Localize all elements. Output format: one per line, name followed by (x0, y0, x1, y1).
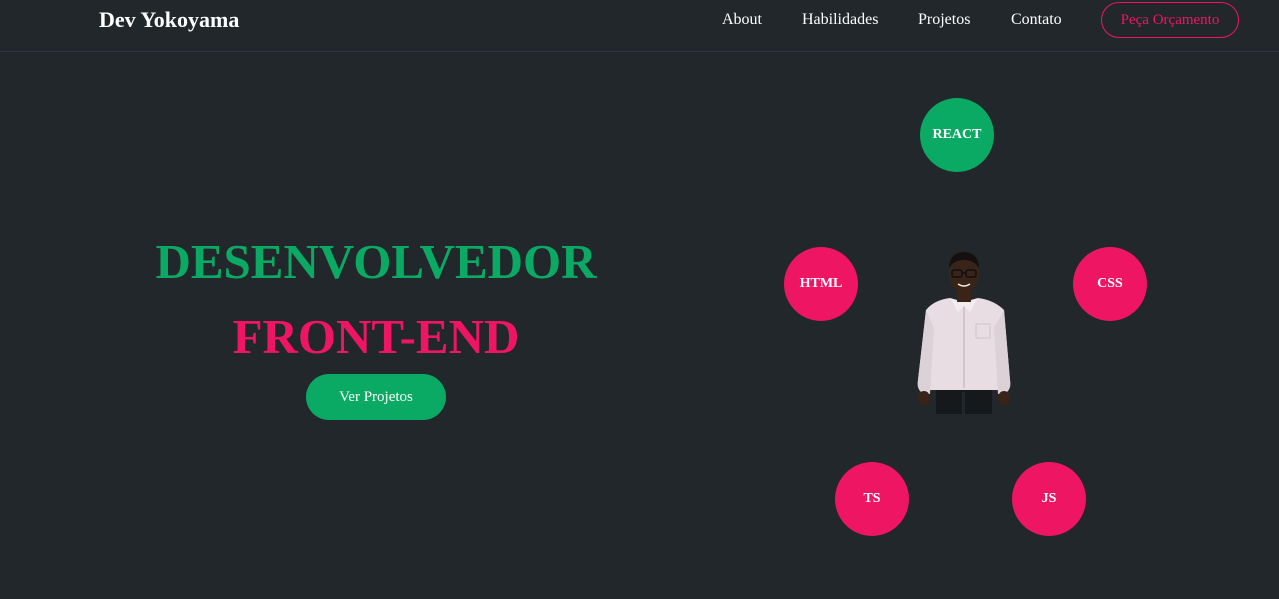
view-projects-button[interactable]: Ver Projetos (306, 374, 446, 420)
navbar: Dev Yokoyama About Habilidades Projetos … (0, 0, 1279, 52)
skill-badge-ts: TS (835, 462, 909, 536)
nav-link-about[interactable]: About (722, 11, 762, 29)
request-quote-button[interactable]: Peça Orçamento (1101, 2, 1239, 38)
hero-title-line-2: FRONT-END (232, 309, 520, 364)
skill-badge-css: CSS (1073, 247, 1147, 321)
nav-link-projetos[interactable]: Projetos (918, 11, 970, 29)
nav-link-contato[interactable]: Contato (1011, 11, 1062, 29)
developer-portrait (917, 252, 1011, 414)
skill-badge-html: HTML (784, 247, 858, 321)
brand-logo[interactable]: Dev Yokoyama (99, 6, 239, 34)
nav-link-habilidades[interactable]: Habilidades (802, 11, 878, 29)
skill-badge-react: REACT (920, 98, 994, 172)
hero-title-line-1: DESENVOLVEDOR (155, 234, 597, 289)
skill-badge-js: JS (1012, 462, 1086, 536)
